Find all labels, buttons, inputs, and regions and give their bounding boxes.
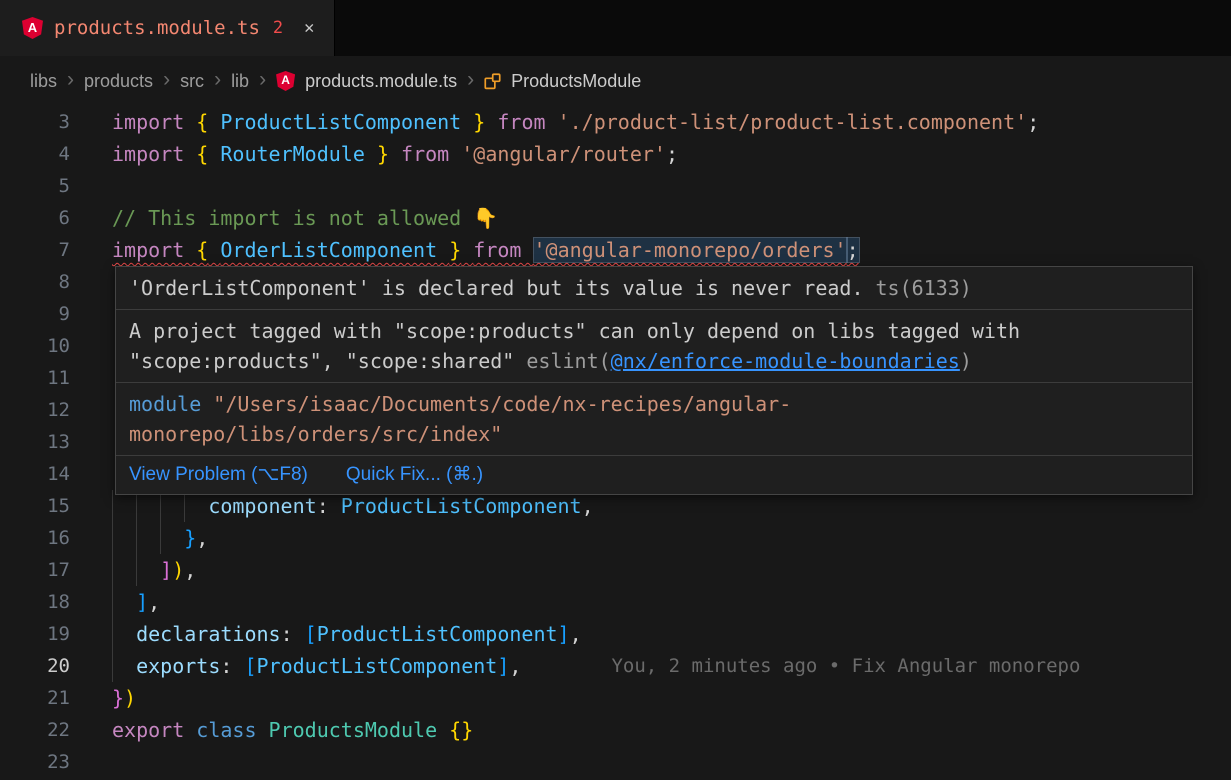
code-line-6[interactable]: 6 // This import is not allowed 👇 [0, 202, 1231, 234]
line-number[interactable]: 4 [0, 138, 70, 170]
eslint-message-line1: A project tagged with "scope:products" c… [129, 316, 1179, 346]
code-line-3[interactable]: 3 import { ProductListComponent } from '.… [0, 106, 1231, 138]
line-number[interactable]: 3 [0, 106, 70, 138]
line-number[interactable]: 7 [0, 234, 70, 266]
breadcrumb-item-src[interactable]: src [180, 71, 204, 92]
code-line-7[interactable]: 7 import { OrderListComponent } from '@an… [0, 234, 1231, 266]
code-line-16[interactable]: 16}, [0, 522, 1231, 554]
code-line-22[interactable]: 22 export class ProductsModule {} [0, 714, 1231, 746]
line-number[interactable]: 8 [0, 266, 70, 298]
error-squiggle: import { OrderListComponent } from '@ang… [112, 238, 859, 262]
eslint-message-scopes: "scope:products", "scope:shared" [129, 349, 526, 373]
line-number[interactable]: 23 [0, 746, 70, 778]
line-content: exports: [ProductListComponent], [112, 650, 521, 682]
line-content: ]), [112, 554, 196, 586]
line-number[interactable]: 11 [0, 362, 70, 394]
breadcrumb-item-file[interactable]: products.module.ts [305, 71, 457, 92]
line-number[interactable]: 6 [0, 202, 70, 234]
line-number[interactable]: 18 [0, 586, 70, 618]
line-number[interactable]: 21 [0, 682, 70, 714]
line-number[interactable]: 5 [0, 170, 70, 202]
chevron-right-icon: › [67, 69, 74, 90]
code-line-21[interactable]: 21}) [0, 682, 1231, 714]
line-number[interactable]: 20 [0, 650, 70, 682]
hover-actions: View Problem (⌥F8) Quick Fix... (⌘.) [116, 456, 1192, 494]
code-line-5[interactable]: 5 [0, 170, 1231, 202]
eslint-source-open: eslint( [526, 349, 610, 373]
line-number[interactable]: 17 [0, 554, 70, 586]
git-blame-annotation: You, 2 minutes ago • Fix Angular monorep… [611, 650, 1080, 682]
line-content: // This import is not allowed 👇 [112, 202, 498, 234]
indent-guide [136, 554, 160, 586]
line-number[interactable]: 12 [0, 394, 70, 426]
tab-filename: products.module.ts [54, 17, 260, 39]
eslint-source-close: ) [960, 349, 972, 373]
indent-guide [112, 586, 136, 618]
eslint-rule-link[interactable]: @nx/enforce-module-boundaries [611, 349, 960, 373]
line-number[interactable]: 19 [0, 618, 70, 650]
code-line-17[interactable]: 17]), [0, 554, 1231, 586]
module-path-part2: monorepo/libs/orders/src/index" [129, 422, 502, 446]
hover-popup: 'OrderListComponent' is declared but its… [115, 266, 1193, 495]
line-number[interactable]: 13 [0, 426, 70, 458]
hover-module-info: module "/Users/isaac/Documents/code/nx-r… [116, 383, 1192, 456]
line-content: import { OrderListComponent } from '@ang… [112, 234, 859, 266]
ts-diagnostic-message: 'OrderListComponent' is declared but its… [129, 276, 864, 300]
module-path-line2: monorepo/libs/orders/src/index" [129, 419, 1179, 449]
module-path-line1: module "/Users/isaac/Documents/code/nx-r… [129, 389, 1179, 419]
tab-problems-badge: 2 [273, 18, 283, 38]
ts-diagnostic-code: ts(6133) [876, 276, 972, 300]
tab-bar: products.module.ts 2 ✕ [0, 0, 1231, 56]
chevron-right-icon: › [259, 69, 266, 90]
line-content: export class ProductsModule {} [112, 714, 473, 746]
eslint-message-line2: "scope:products", "scope:shared" eslint(… [129, 346, 1179, 376]
breadcrumb-item-products[interactable]: products [84, 71, 153, 92]
quick-fix-link[interactable]: Quick Fix... (⌘.) [346, 460, 483, 490]
chevron-right-icon: › [163, 69, 170, 90]
line-content: declarations: [ProductListComponent], [112, 618, 582, 650]
indent-guide [136, 522, 160, 554]
module-path-part1: "/Users/isaac/Documents/code/nx-recipes/… [201, 392, 791, 416]
line-content: }) [112, 682, 136, 714]
line-number[interactable]: 14 [0, 458, 70, 490]
line-content: ], [112, 586, 160, 618]
breadcrumb-item-lib[interactable]: lib [231, 71, 249, 92]
vscode-editor-window: products.module.ts 2 ✕ libs › products ›… [0, 0, 1231, 780]
hover-eslint-diagnostic: A project tagged with "scope:products" c… [116, 310, 1192, 383]
close-tab-icon[interactable]: ✕ [304, 18, 314, 38]
code-line-4[interactable]: 4 import { RouterModule } from '@angular/… [0, 138, 1231, 170]
indent-guide [112, 618, 136, 650]
chevron-right-icon: › [214, 69, 221, 90]
indent-guide [112, 554, 136, 586]
line-content: import { RouterModule } from '@angular/r… [112, 138, 678, 170]
line-number[interactable]: 16 [0, 522, 70, 554]
line-content: import { ProductListComponent } from './… [112, 106, 1039, 138]
indent-guide [160, 522, 184, 554]
hover-ts-diagnostic: 'OrderListComponent' is declared but its… [116, 267, 1192, 310]
breadcrumb-item-libs[interactable]: libs [30, 71, 57, 92]
code-line-18[interactable]: 18], [0, 586, 1231, 618]
line-number[interactable]: 22 [0, 714, 70, 746]
code-line-20[interactable]: 20 exports: [ProductListComponent], You, 2… [0, 650, 1231, 682]
line-number[interactable]: 15 [0, 490, 70, 522]
class-symbol-icon [484, 73, 501, 90]
angular-file-icon [276, 71, 295, 91]
breadcrumb: libs › products › src › lib › products.m… [0, 56, 1231, 106]
angular-file-icon [22, 17, 43, 39]
line-number[interactable]: 9 [0, 298, 70, 330]
breadcrumb-item-symbol[interactable]: ProductsModule [511, 71, 641, 92]
tab-products-module-ts[interactable]: products.module.ts 2 ✕ [0, 0, 335, 56]
line-content: }, [112, 522, 208, 554]
code-line-23[interactable]: 23 [0, 746, 1231, 778]
line-number[interactable]: 10 [0, 330, 70, 362]
indent-guide [112, 522, 136, 554]
module-keyword: module [129, 392, 201, 416]
view-problem-link[interactable]: View Problem (⌥F8) [129, 460, 308, 490]
code-line-19[interactable]: 19 declarations: [ProductListComponent], [0, 618, 1231, 650]
chevron-right-icon: › [467, 69, 474, 90]
indent-guide [112, 650, 136, 682]
